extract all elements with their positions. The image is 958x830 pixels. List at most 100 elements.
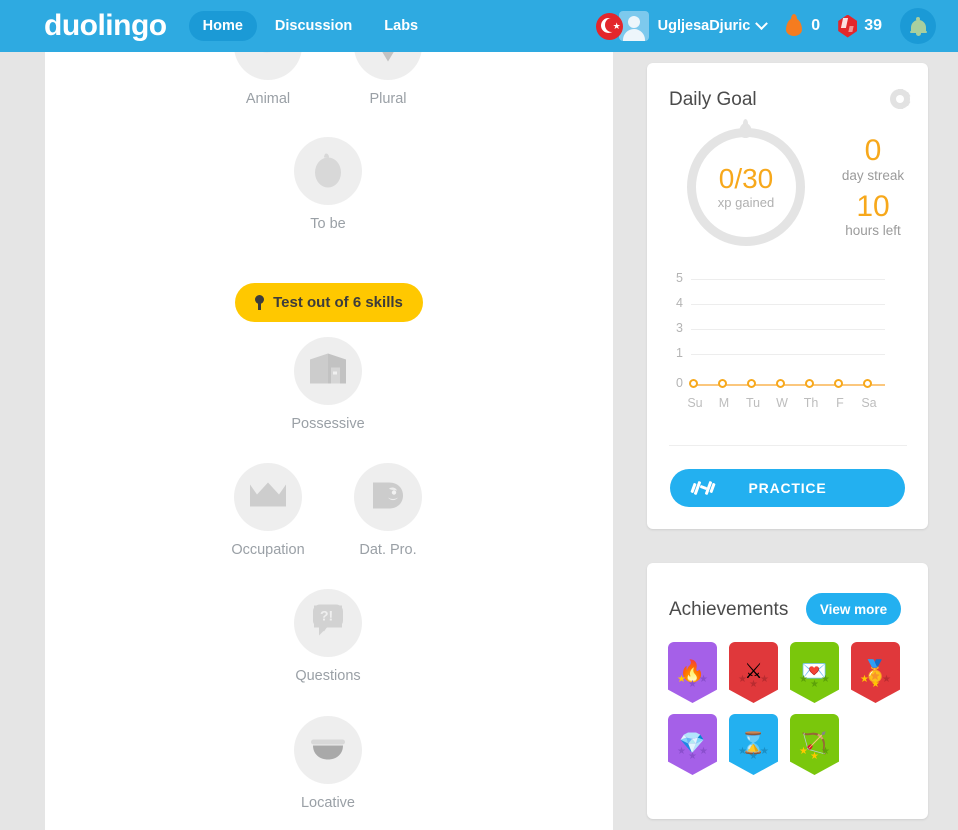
skill-icon-circle[interactable] <box>234 463 302 531</box>
bow-arrow-badge-icon[interactable]: 🏹 ★ ★ ★ <box>790 714 839 775</box>
progress-ring-center: 0/30 xp gained <box>687 128 805 246</box>
avatar <box>618 11 649 41</box>
badge-star: ★ <box>749 679 758 690</box>
hourglass-badge-icon[interactable]: ⌛ ★ ★ ★ <box>729 714 778 775</box>
skill-label: Locative <box>300 795 355 811</box>
lingot-counter[interactable]: 39 <box>838 14 882 38</box>
achievements-title: Achievements <box>669 599 789 620</box>
skill-dat-pro[interactable]: Dat. Pro. <box>328 463 448 558</box>
view-more-button[interactable]: View more <box>806 593 901 625</box>
badge-star: ★ <box>799 674 809 685</box>
badge-stars: ★ ★ ★ <box>668 747 717 762</box>
skill-label: Occupation <box>231 542 305 558</box>
xp-value: 0/30 <box>718 162 774 194</box>
badge-stars: ★ ★ ★ <box>790 747 839 762</box>
head-profile-icon <box>369 477 407 518</box>
chart-x-tick: Th <box>803 396 819 410</box>
skill-label: Animal <box>245 91 291 107</box>
skill-label: Plural <box>369 91 407 107</box>
badge-star: ★ <box>810 751 819 762</box>
badge-star: ★ <box>698 746 708 757</box>
skill-label: Possessive <box>291 416 365 432</box>
nav-item-discussion[interactable]: Discussion <box>261 11 366 41</box>
practice-button[interactable]: PRACTICE <box>670 469 905 507</box>
chart-data-point <box>717 378 727 388</box>
dumbbell-icon <box>690 480 716 496</box>
notifications-button[interactable] <box>900 8 936 44</box>
skill-icon-circle[interactable] <box>294 137 362 205</box>
badge-star: ★ <box>738 746 748 757</box>
chart-x-tick: Su <box>687 396 703 410</box>
skill-possessive[interactable]: Possessive <box>268 337 388 432</box>
chart-x-tick: M <box>718 396 730 410</box>
chart-data-point <box>746 378 756 388</box>
badge-star: ★ <box>677 674 687 685</box>
badge-star: ★ <box>759 674 769 685</box>
skill-icon-circle[interactable] <box>354 463 422 531</box>
badge-star: ★ <box>738 674 748 685</box>
chart-y-tick: 1 <box>676 346 683 360</box>
badge-star: ★ <box>688 751 697 762</box>
skill-locative[interactable]: Locative <box>268 716 388 811</box>
nav-item-labs[interactable]: Labs <box>370 11 432 41</box>
daily-goal-card: Daily Goal 0/30 xp gained 0 day streak 1… <box>647 63 928 529</box>
top-navigation-bar: duolingo Home Discussion Labs ★ UgljesaD… <box>0 0 958 52</box>
ruby-gem-icon <box>838 14 858 38</box>
skill-label: Questions <box>295 668 361 684</box>
badge-star: ★ <box>820 746 830 757</box>
skill-icon-circle[interactable] <box>294 716 362 784</box>
badge-stars: ★ ★ ★ <box>851 675 900 690</box>
skill-occupation[interactable]: Occupation <box>208 463 328 558</box>
badge-row: 💎 ★ ★ ★ ⌛ ★ ★ ★ 🏹 ★ ★ ★ <box>668 714 908 775</box>
card-divider <box>669 445 907 446</box>
streak-counter[interactable]: 0 <box>784 14 820 38</box>
skill-icon-circle[interactable]: ?! <box>294 589 362 657</box>
gear-icon[interactable] <box>890 89 910 109</box>
badge-stars: ★ ★ ★ <box>790 675 839 690</box>
username-label[interactable]: UgljesaDjuric <box>658 18 751 34</box>
badge-star: ★ <box>749 751 758 762</box>
chart-gridline <box>691 354 885 355</box>
badge-stars: ★ ★ ★ <box>668 675 717 690</box>
test-out-button[interactable]: Test out of 6 skills <box>235 283 423 322</box>
test-out-label: Test out of 6 skills <box>273 294 403 311</box>
nav-item-home[interactable]: Home <box>188 11 257 41</box>
skill-questions[interactable]: ?! Questions <box>268 589 388 684</box>
skill-tree-panel: Test out of 6 skills Animal Plural To be Po… <box>45 12 613 830</box>
chart-data-point <box>688 378 698 388</box>
chart-gridline <box>691 279 885 280</box>
achievement-badge-grid: 🔥 ★ ★ ★ ⚔ ★ ★ ★ 💌 ★ ★ ★ 🏅 ★ ★ ★ 💎 ★ ★ ★ ⌛ ★ ★ ★ 🏹 ★ ★ ★ <box>668 642 908 786</box>
badge-star: ★ <box>698 674 708 685</box>
chart-data-point <box>775 378 785 388</box>
skill-tree-container: Test out of 6 skills Animal Plural To be Po… <box>45 12 613 830</box>
page-body: Test out of 6 skills Animal Plural To be Po… <box>0 12 958 830</box>
love-letter-badge-icon[interactable]: 💌 ★ ★ ★ <box>790 642 839 703</box>
skill-icon-circle[interactable] <box>294 337 362 405</box>
badge-star: ★ <box>881 674 891 685</box>
crossed-swords-badge-icon[interactable]: ⚔ ★ ★ ★ <box>729 642 778 703</box>
hours-left-value: 10 <box>856 189 890 223</box>
chart-x-tick: Tu <box>745 396 761 410</box>
badge-stars: ★ ★ ★ <box>729 747 778 762</box>
turkish-flag-icon: ★ <box>595 12 623 40</box>
badge-star: ★ <box>799 746 809 757</box>
crown-icon <box>248 481 288 514</box>
hours-left-label: hours left <box>845 223 901 238</box>
ruby-badge-icon[interactable]: 💎 ★ ★ ★ <box>668 714 717 775</box>
xp-caption: xp gained <box>717 195 775 211</box>
chevron-down-icon[interactable] <box>755 16 769 30</box>
badge-star: ★ <box>759 746 769 757</box>
profile-menu-trigger[interactable]: ★ <box>595 10 650 42</box>
chart-data-point <box>804 378 814 388</box>
duolingo-logo[interactable]: duolingo <box>44 11 167 41</box>
daily-goal-title: Daily Goal <box>669 89 757 110</box>
bowl-icon <box>309 734 347 767</box>
flame-badge-icon[interactable]: 🔥 ★ ★ ★ <box>668 642 717 703</box>
practice-label: PRACTICE <box>748 480 827 496</box>
skill-label: To be <box>310 216 346 232</box>
skill-to-be[interactable]: To be <box>268 137 388 232</box>
chart-data-point <box>833 378 843 388</box>
bell-icon <box>909 16 927 36</box>
medal-badge-icon[interactable]: 🏅 ★ ★ ★ <box>851 642 900 703</box>
chart-y-tick: 4 <box>676 296 683 310</box>
